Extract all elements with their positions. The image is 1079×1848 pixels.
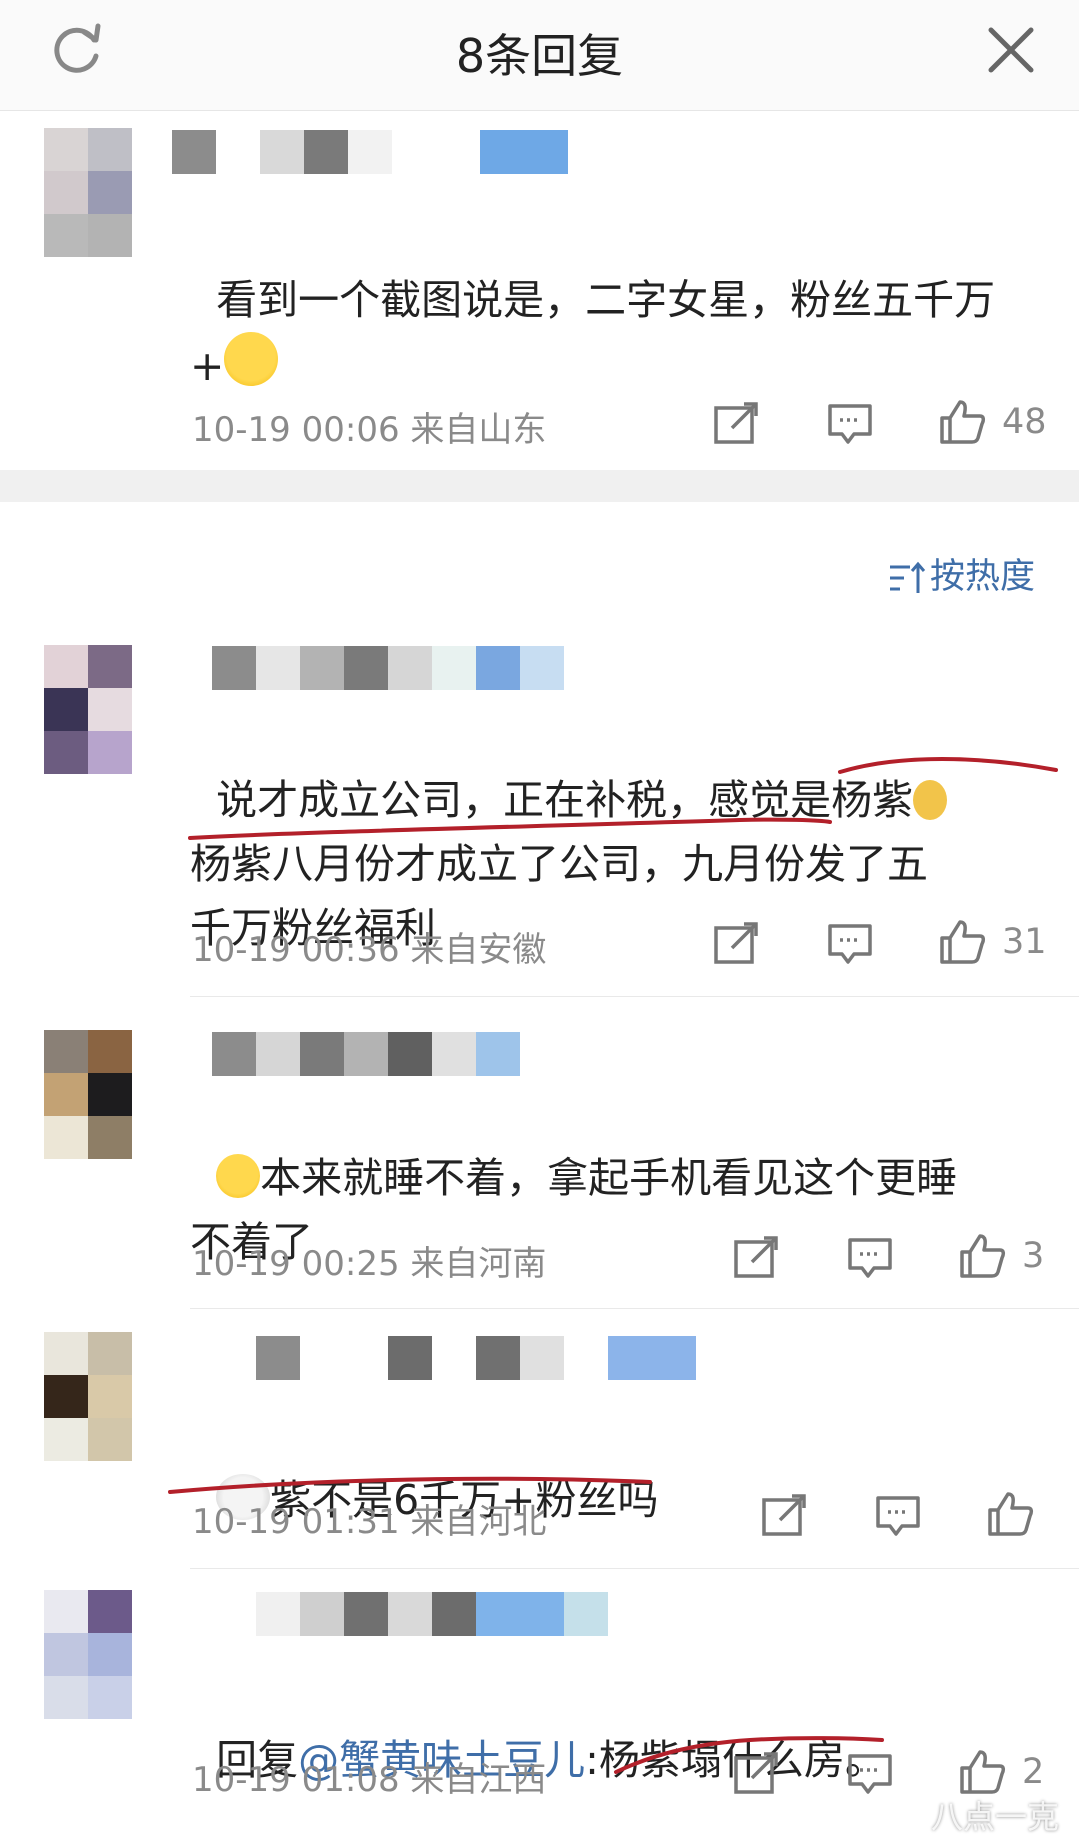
username-blurred[interactable] <box>256 1336 696 1380</box>
like-count: 31 <box>1002 922 1047 962</box>
sweat-smile-emoji-icon <box>913 780 948 820</box>
comment-icon[interactable] <box>826 920 874 968</box>
share-icon[interactable] <box>760 1492 808 1540</box>
username-blurred[interactable] <box>212 1032 520 1076</box>
like-icon[interactable] <box>958 1232 1006 1280</box>
header-bar: 8条回复 <box>0 0 1079 111</box>
sort-by-hot-button[interactable]: 按热度 <box>888 548 1035 599</box>
avatar[interactable] <box>44 1590 132 1720</box>
comment-icon[interactable] <box>874 1492 922 1540</box>
watermark: 八点一克 <box>930 1798 1059 1836</box>
comment-meta: 10-19 01:08 来自江西 <box>192 1760 547 1800</box>
share-icon[interactable] <box>732 1750 780 1798</box>
comment-meta: 10-19 00:06 来自山东 <box>192 410 547 450</box>
share-icon[interactable] <box>712 400 760 448</box>
sort-icon <box>889 561 926 593</box>
comment-meta: 10-19 00:36 来自安徽 <box>192 930 547 970</box>
like-count: 48 <box>1002 402 1047 442</box>
avatar[interactable] <box>44 1332 132 1462</box>
avatar[interactable] <box>44 128 132 258</box>
like-icon[interactable] <box>938 398 986 446</box>
avatar[interactable] <box>44 645 132 775</box>
username-blurred[interactable] <box>172 130 568 174</box>
username-blurred[interactable] <box>212 1592 608 1636</box>
avatar[interactable] <box>44 1030 132 1160</box>
section-separator <box>0 470 1079 502</box>
comment-icon[interactable] <box>846 1750 894 1798</box>
divider <box>190 1308 1079 1309</box>
like-icon[interactable] <box>958 1748 1006 1796</box>
sort-label: 按热度 <box>929 557 1035 597</box>
crying-face-emoji-icon <box>224 332 279 386</box>
like-count: 2 <box>1022 1752 1045 1792</box>
divider <box>190 996 1079 997</box>
page-title: 8条回复 <box>455 29 624 83</box>
comment-text: 看到一个截图说是，二字女星，粉丝五千万 + <box>190 276 996 390</box>
divider <box>190 1568 1079 1569</box>
comment-icon[interactable] <box>826 400 874 448</box>
like-icon[interactable] <box>938 918 986 966</box>
like-count: 3 <box>1022 1236 1045 1276</box>
like-icon[interactable] <box>986 1490 1034 1538</box>
comment-meta: 10-19 01:31 来自河北 <box>192 1502 547 1542</box>
comment-meta: 10-19 00:25 来自河南 <box>192 1244 547 1284</box>
share-icon[interactable] <box>712 920 760 968</box>
crying-face-emoji-icon <box>216 1154 261 1198</box>
comment-icon[interactable] <box>846 1234 894 1282</box>
share-icon[interactable] <box>732 1234 780 1282</box>
username-blurred[interactable] <box>212 646 564 690</box>
close-icon[interactable] <box>983 22 1039 78</box>
